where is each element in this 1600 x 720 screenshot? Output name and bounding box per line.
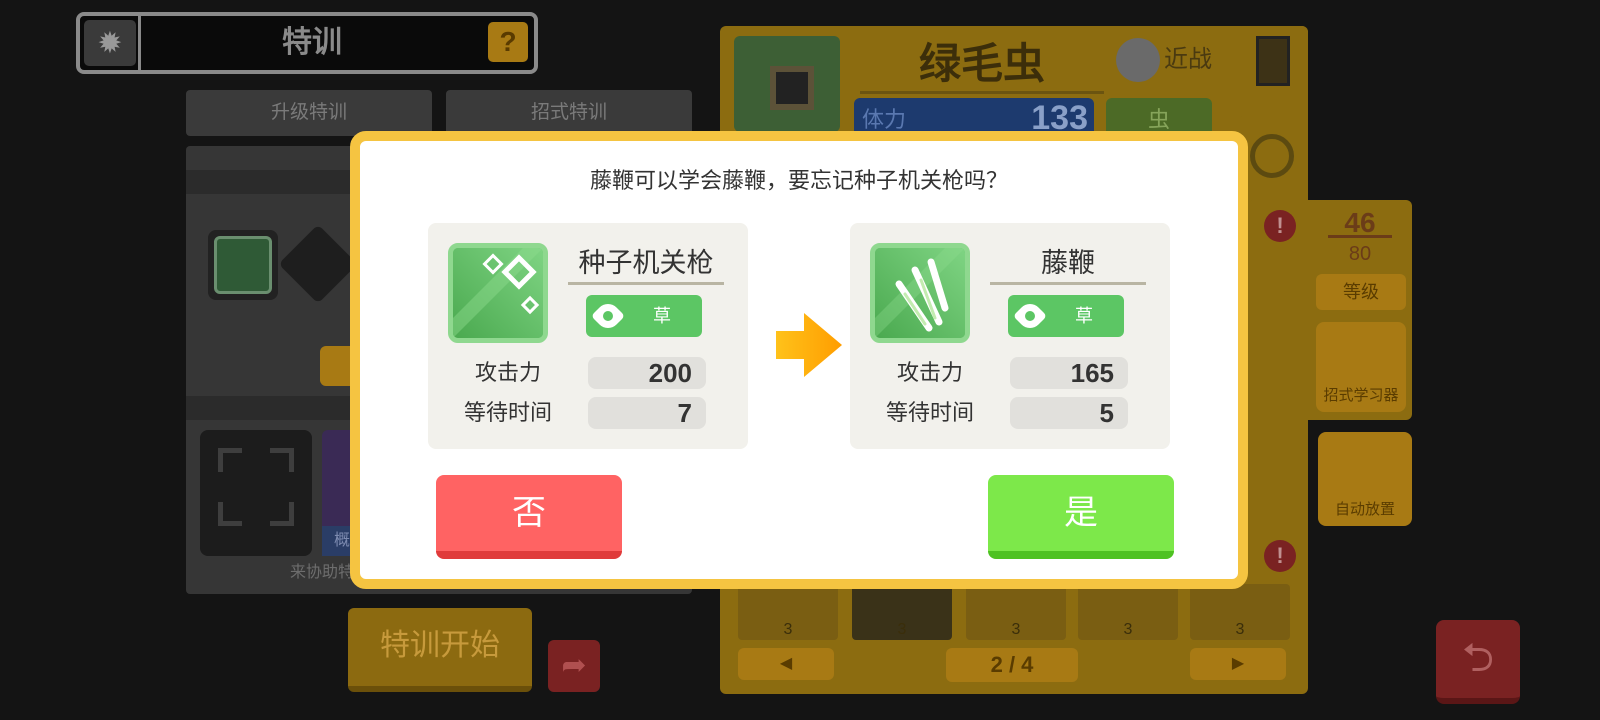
wait-label: 等待时间 [463, 400, 552, 425]
melee-icon [1116, 38, 1160, 82]
next-page-button[interactable]: ▶ [1190, 648, 1286, 680]
portrait-eye [770, 66, 814, 110]
warning-badge: ! [1264, 210, 1296, 242]
vine-whip-icon [870, 243, 970, 343]
tab-level-training[interactable]: 升级特训 [186, 90, 432, 136]
dialog-question: 藤鞭可以学会藤鞭，要忘记种子机关枪吗？ [589, 168, 1008, 193]
frame-corner [270, 502, 294, 526]
prev-page-button[interactable]: ◀ [738, 648, 834, 680]
wait-label: 等待时间 [885, 400, 974, 425]
title-bar: ✹ 特训 ? [76, 12, 538, 74]
slot-count: 3 [1123, 621, 1133, 638]
type-label: 草 [1075, 306, 1093, 326]
old-move-name: 种子机关枪 [568, 241, 724, 285]
no-button[interactable]: 否 [436, 475, 622, 559]
slot-count: 3 [783, 621, 793, 638]
slot-count: 3 [897, 621, 907, 638]
start-training-button[interactable]: 特训开始 [348, 608, 532, 692]
attack-value: 200 [588, 357, 706, 389]
bullet-seed-icon [448, 243, 548, 343]
title-divider [138, 16, 141, 70]
attack-style: 近战 [1164, 46, 1212, 73]
bookmark-icon[interactable] [1256, 36, 1290, 86]
pokemon-name: 绿毛虫 [860, 34, 1104, 94]
diamond-slot[interactable] [278, 224, 358, 304]
forget-move-dialog: 藤鞭可以学会藤鞭，要忘记种子机关枪吗？ 种子机关枪 草 攻击力 200 等待时间… [350, 131, 1248, 589]
arrow-right-icon [776, 313, 842, 377]
level-value: 46 [1328, 208, 1392, 238]
type-label: 草 [653, 306, 671, 326]
warning-badge: ! [1264, 540, 1296, 572]
wait-value: 5 [1010, 397, 1128, 429]
grass-leaf-icon [591, 299, 625, 333]
slot-count: 3 [1235, 621, 1245, 638]
yes-button[interactable]: 是 [988, 475, 1174, 559]
slot-count: 3 [1011, 621, 1021, 638]
stone-slot[interactable] [208, 230, 278, 300]
tab-move-training[interactable]: 招式特训 [446, 90, 692, 136]
gear-icon[interactable]: ✹ [84, 20, 136, 66]
attack-value: 165 [1010, 357, 1128, 389]
new-move-card: 藤鞭 草 攻击力 165 等待时间 5 [850, 223, 1170, 449]
empty-assist-slot[interactable] [200, 430, 312, 556]
return-icon[interactable]: ⮌ [1436, 620, 1520, 704]
old-move-type: 草 [586, 295, 702, 337]
frame-corner [218, 502, 242, 526]
page-indicator: 2 / 4 [946, 648, 1078, 682]
auto-place-button[interactable]: 自动放置 [1318, 432, 1412, 526]
share-icon[interactable]: ➦ [548, 640, 600, 692]
level-button[interactable]: 等级 [1316, 274, 1406, 310]
new-move-name: 藤鞭 [990, 241, 1146, 285]
wait-value: 7 [588, 397, 706, 429]
level-max: 80 [1348, 243, 1372, 265]
move-learner-button[interactable]: 招式学习器 [1316, 322, 1406, 412]
attack-label: 攻击力 [474, 360, 541, 385]
frame-corner [270, 448, 294, 472]
page-title: 特训 [282, 26, 342, 59]
pokemon-portrait [734, 36, 840, 132]
question-icon[interactable]: ? [488, 22, 528, 62]
frame-corner [218, 448, 242, 472]
magnify-icon[interactable] [1250, 134, 1294, 178]
attack-label: 攻击力 [896, 360, 963, 385]
grass-leaf-icon [1013, 299, 1047, 333]
old-move-card: 种子机关枪 草 攻击力 200 等待时间 7 [428, 223, 748, 449]
new-move-type: 草 [1008, 295, 1124, 337]
